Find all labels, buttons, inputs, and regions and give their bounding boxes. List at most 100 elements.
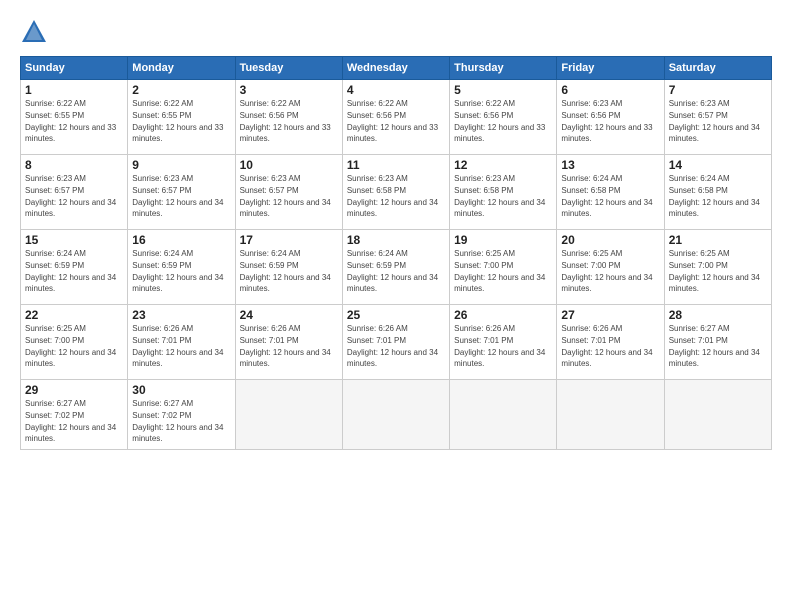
week-row-2: 8 Sunrise: 6:23 AMSunset: 6:57 PMDayligh… bbox=[21, 155, 772, 230]
logo bbox=[20, 18, 52, 46]
col-header-sunday: Sunday bbox=[21, 57, 128, 80]
day-cell: 14 Sunrise: 6:24 AMSunset: 6:58 PMDaylig… bbox=[664, 155, 771, 230]
page: SundayMondayTuesdayWednesdayThursdayFrid… bbox=[0, 0, 792, 612]
day-info: Sunrise: 6:25 AMSunset: 7:00 PMDaylight:… bbox=[669, 249, 760, 293]
col-header-tuesday: Tuesday bbox=[235, 57, 342, 80]
day-number: 25 bbox=[347, 308, 445, 322]
day-info: Sunrise: 6:22 AMSunset: 6:55 PMDaylight:… bbox=[25, 99, 116, 143]
day-cell: 10 Sunrise: 6:23 AMSunset: 6:57 PMDaylig… bbox=[235, 155, 342, 230]
day-number: 28 bbox=[669, 308, 767, 322]
day-cell: 27 Sunrise: 6:26 AMSunset: 7:01 PMDaylig… bbox=[557, 305, 664, 380]
header bbox=[20, 18, 772, 46]
day-cell: 22 Sunrise: 6:25 AMSunset: 7:00 PMDaylig… bbox=[21, 305, 128, 380]
day-number: 4 bbox=[347, 83, 445, 97]
day-info: Sunrise: 6:25 AMSunset: 7:00 PMDaylight:… bbox=[25, 324, 116, 368]
day-cell: 5 Sunrise: 6:22 AMSunset: 6:56 PMDayligh… bbox=[450, 80, 557, 155]
day-info: Sunrise: 6:24 AMSunset: 6:58 PMDaylight:… bbox=[669, 174, 760, 218]
day-number: 21 bbox=[669, 233, 767, 247]
day-cell: 26 Sunrise: 6:26 AMSunset: 7:01 PMDaylig… bbox=[450, 305, 557, 380]
day-info: Sunrise: 6:27 AMSunset: 7:02 PMDaylight:… bbox=[132, 399, 223, 443]
day-info: Sunrise: 6:27 AMSunset: 7:01 PMDaylight:… bbox=[669, 324, 760, 368]
day-cell bbox=[664, 380, 771, 450]
col-header-monday: Monday bbox=[128, 57, 235, 80]
day-info: Sunrise: 6:24 AMSunset: 6:59 PMDaylight:… bbox=[240, 249, 331, 293]
day-number: 19 bbox=[454, 233, 552, 247]
day-cell bbox=[235, 380, 342, 450]
day-cell: 9 Sunrise: 6:23 AMSunset: 6:57 PMDayligh… bbox=[128, 155, 235, 230]
day-info: Sunrise: 6:23 AMSunset: 6:57 PMDaylight:… bbox=[25, 174, 116, 218]
day-cell: 21 Sunrise: 6:25 AMSunset: 7:00 PMDaylig… bbox=[664, 230, 771, 305]
day-number: 17 bbox=[240, 233, 338, 247]
day-cell: 8 Sunrise: 6:23 AMSunset: 6:57 PMDayligh… bbox=[21, 155, 128, 230]
day-cell: 16 Sunrise: 6:24 AMSunset: 6:59 PMDaylig… bbox=[128, 230, 235, 305]
day-info: Sunrise: 6:24 AMSunset: 6:59 PMDaylight:… bbox=[347, 249, 438, 293]
day-cell bbox=[342, 380, 449, 450]
day-number: 3 bbox=[240, 83, 338, 97]
day-info: Sunrise: 6:24 AMSunset: 6:59 PMDaylight:… bbox=[25, 249, 116, 293]
day-number: 22 bbox=[25, 308, 123, 322]
day-cell: 13 Sunrise: 6:24 AMSunset: 6:58 PMDaylig… bbox=[557, 155, 664, 230]
day-cell: 28 Sunrise: 6:27 AMSunset: 7:01 PMDaylig… bbox=[664, 305, 771, 380]
day-cell: 25 Sunrise: 6:26 AMSunset: 7:01 PMDaylig… bbox=[342, 305, 449, 380]
day-number: 1 bbox=[25, 83, 123, 97]
day-number: 29 bbox=[25, 383, 123, 397]
day-info: Sunrise: 6:26 AMSunset: 7:01 PMDaylight:… bbox=[240, 324, 331, 368]
day-cell: 18 Sunrise: 6:24 AMSunset: 6:59 PMDaylig… bbox=[342, 230, 449, 305]
day-cell: 15 Sunrise: 6:24 AMSunset: 6:59 PMDaylig… bbox=[21, 230, 128, 305]
day-number: 5 bbox=[454, 83, 552, 97]
day-cell: 19 Sunrise: 6:25 AMSunset: 7:00 PMDaylig… bbox=[450, 230, 557, 305]
week-row-4: 22 Sunrise: 6:25 AMSunset: 7:00 PMDaylig… bbox=[21, 305, 772, 380]
day-cell: 7 Sunrise: 6:23 AMSunset: 6:57 PMDayligh… bbox=[664, 80, 771, 155]
day-number: 20 bbox=[561, 233, 659, 247]
day-number: 14 bbox=[669, 158, 767, 172]
day-number: 15 bbox=[25, 233, 123, 247]
day-cell: 3 Sunrise: 6:22 AMSunset: 6:56 PMDayligh… bbox=[235, 80, 342, 155]
day-cell: 12 Sunrise: 6:23 AMSunset: 6:58 PMDaylig… bbox=[450, 155, 557, 230]
day-number: 23 bbox=[132, 308, 230, 322]
day-cell: 11 Sunrise: 6:23 AMSunset: 6:58 PMDaylig… bbox=[342, 155, 449, 230]
week-row-1: 1 Sunrise: 6:22 AMSunset: 6:55 PMDayligh… bbox=[21, 80, 772, 155]
day-info: Sunrise: 6:27 AMSunset: 7:02 PMDaylight:… bbox=[25, 399, 116, 443]
day-cell: 4 Sunrise: 6:22 AMSunset: 6:56 PMDayligh… bbox=[342, 80, 449, 155]
day-number: 9 bbox=[132, 158, 230, 172]
day-number: 2 bbox=[132, 83, 230, 97]
day-info: Sunrise: 6:23 AMSunset: 6:58 PMDaylight:… bbox=[347, 174, 438, 218]
day-info: Sunrise: 6:22 AMSunset: 6:56 PMDaylight:… bbox=[454, 99, 545, 143]
day-info: Sunrise: 6:26 AMSunset: 7:01 PMDaylight:… bbox=[132, 324, 223, 368]
day-cell bbox=[557, 380, 664, 450]
day-info: Sunrise: 6:23 AMSunset: 6:56 PMDaylight:… bbox=[561, 99, 652, 143]
day-number: 27 bbox=[561, 308, 659, 322]
day-info: Sunrise: 6:26 AMSunset: 7:01 PMDaylight:… bbox=[347, 324, 438, 368]
day-cell: 20 Sunrise: 6:25 AMSunset: 7:00 PMDaylig… bbox=[557, 230, 664, 305]
day-number: 26 bbox=[454, 308, 552, 322]
day-cell: 6 Sunrise: 6:23 AMSunset: 6:56 PMDayligh… bbox=[557, 80, 664, 155]
week-row-5: 29 Sunrise: 6:27 AMSunset: 7:02 PMDaylig… bbox=[21, 380, 772, 450]
day-cell: 24 Sunrise: 6:26 AMSunset: 7:01 PMDaylig… bbox=[235, 305, 342, 380]
day-info: Sunrise: 6:25 AMSunset: 7:00 PMDaylight:… bbox=[561, 249, 652, 293]
header-row: SundayMondayTuesdayWednesdayThursdayFrid… bbox=[21, 57, 772, 80]
day-cell: 17 Sunrise: 6:24 AMSunset: 6:59 PMDaylig… bbox=[235, 230, 342, 305]
logo-icon bbox=[20, 18, 48, 46]
day-cell: 30 Sunrise: 6:27 AMSunset: 7:02 PMDaylig… bbox=[128, 380, 235, 450]
day-number: 24 bbox=[240, 308, 338, 322]
day-info: Sunrise: 6:23 AMSunset: 6:57 PMDaylight:… bbox=[669, 99, 760, 143]
day-number: 12 bbox=[454, 158, 552, 172]
day-info: Sunrise: 6:24 AMSunset: 6:58 PMDaylight:… bbox=[561, 174, 652, 218]
col-header-saturday: Saturday bbox=[664, 57, 771, 80]
day-info: Sunrise: 6:23 AMSunset: 6:58 PMDaylight:… bbox=[454, 174, 545, 218]
day-number: 10 bbox=[240, 158, 338, 172]
day-cell: 23 Sunrise: 6:26 AMSunset: 7:01 PMDaylig… bbox=[128, 305, 235, 380]
day-info: Sunrise: 6:26 AMSunset: 7:01 PMDaylight:… bbox=[561, 324, 652, 368]
day-info: Sunrise: 6:25 AMSunset: 7:00 PMDaylight:… bbox=[454, 249, 545, 293]
day-number: 7 bbox=[669, 83, 767, 97]
day-info: Sunrise: 6:24 AMSunset: 6:59 PMDaylight:… bbox=[132, 249, 223, 293]
col-header-thursday: Thursday bbox=[450, 57, 557, 80]
week-row-3: 15 Sunrise: 6:24 AMSunset: 6:59 PMDaylig… bbox=[21, 230, 772, 305]
day-info: Sunrise: 6:26 AMSunset: 7:01 PMDaylight:… bbox=[454, 324, 545, 368]
day-number: 30 bbox=[132, 383, 230, 397]
day-cell: 2 Sunrise: 6:22 AMSunset: 6:55 PMDayligh… bbox=[128, 80, 235, 155]
calendar-table: SundayMondayTuesdayWednesdayThursdayFrid… bbox=[20, 56, 772, 450]
day-info: Sunrise: 6:22 AMSunset: 6:55 PMDaylight:… bbox=[132, 99, 223, 143]
day-number: 6 bbox=[561, 83, 659, 97]
day-info: Sunrise: 6:23 AMSunset: 6:57 PMDaylight:… bbox=[132, 174, 223, 218]
